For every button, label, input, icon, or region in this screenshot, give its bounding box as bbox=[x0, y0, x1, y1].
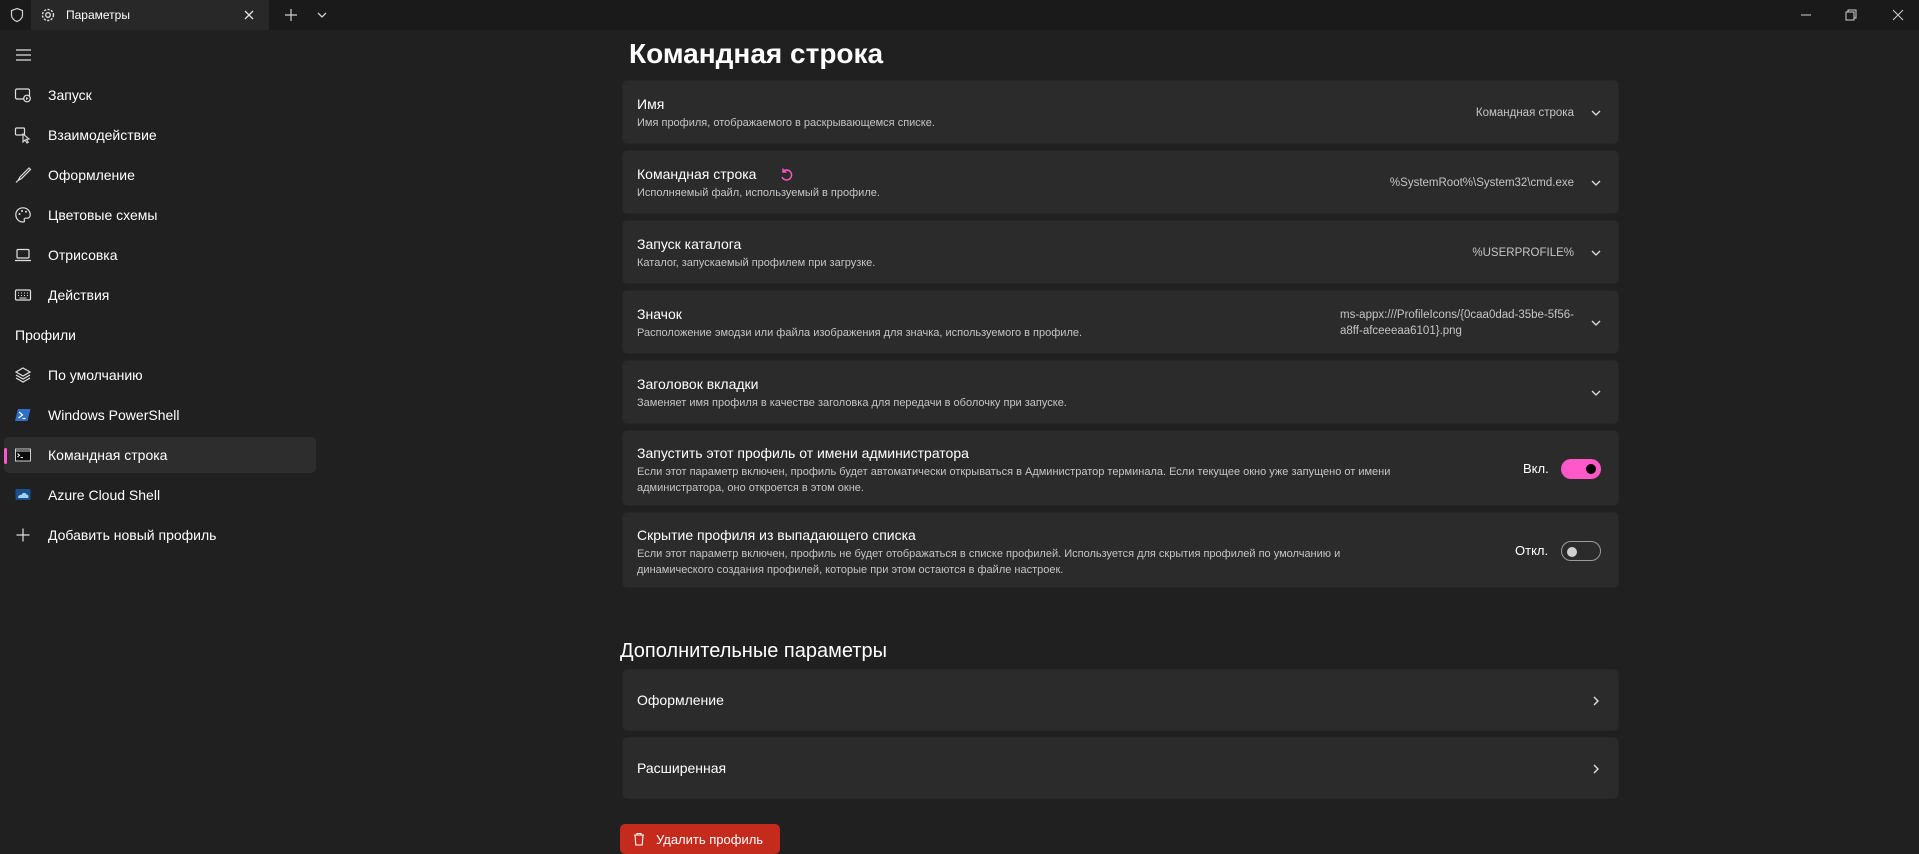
close-tab-icon[interactable] bbox=[240, 6, 258, 24]
setting-starting-directory[interactable]: Запуск каталога Каталог, запускаемый про… bbox=[622, 220, 1619, 284]
selection-indicator bbox=[4, 448, 7, 464]
setting-value: %USERPROFILE% bbox=[1472, 247, 1574, 259]
title-bar: Параметры bbox=[0, 0, 1919, 30]
hide-profile-toggle[interactable] bbox=[1561, 541, 1601, 561]
hamburger-menu-icon[interactable] bbox=[14, 47, 34, 63]
sidebar-item-command-prompt[interactable]: Командная строка bbox=[4, 437, 316, 473]
setting-title: Значок bbox=[637, 306, 682, 322]
sidebar-item-label: Действия bbox=[48, 287, 110, 303]
sidebar-item-label: Взаимодействие bbox=[48, 127, 157, 143]
setting-title: Скрытие профиля из выпадающего списка bbox=[637, 527, 916, 543]
setting-description: Если этот параметр включен, профиль буде… bbox=[637, 466, 1391, 494]
gear-icon bbox=[39, 6, 57, 24]
setting-description: Каталог, запускаемый профилем при загруз… bbox=[637, 257, 876, 269]
setting-tab-title[interactable]: Заголовок вкладки Заменяет имя профиля в… bbox=[622, 360, 1619, 424]
sidebar-item-launch[interactable]: Запуск bbox=[4, 77, 316, 113]
shield-icon bbox=[9, 7, 25, 23]
sidebar-item-add-profile[interactable]: Добавить новый профиль bbox=[4, 517, 316, 553]
sidebar-item-label: Отрисовка bbox=[48, 247, 118, 263]
setting-description: Заменяет имя профиля в качестве заголовк… bbox=[637, 397, 1067, 409]
cmd-icon bbox=[14, 446, 32, 464]
nav-appearance[interactable]: Оформление bbox=[622, 669, 1619, 731]
nav-label: Расширенная bbox=[637, 760, 727, 776]
toggle-state-label: Вкл. bbox=[1523, 461, 1549, 476]
palette-icon bbox=[14, 206, 32, 224]
toggle-knob bbox=[1586, 464, 1596, 474]
launch-icon bbox=[14, 86, 32, 104]
setting-description: Если этот параметр включен, профиль не б… bbox=[637, 548, 1341, 576]
brush-icon bbox=[14, 166, 32, 184]
sidebar-item-label: Добавить новый профиль bbox=[48, 527, 217, 543]
sidebar-item-actions[interactable]: Действия bbox=[4, 277, 316, 313]
chevron-down-icon[interactable] bbox=[1588, 385, 1604, 401]
reset-icon[interactable] bbox=[778, 167, 794, 183]
setting-title: Имя bbox=[637, 96, 665, 112]
sidebar-item-label: Командная строка bbox=[48, 447, 168, 463]
sidebar-item-label: Запуск bbox=[48, 87, 92, 103]
sidebar-item-rendering[interactable]: Отрисовка bbox=[4, 237, 316, 273]
chevron-down-icon[interactable] bbox=[1588, 175, 1604, 191]
restore-icon[interactable] bbox=[1842, 6, 1860, 24]
setting-description: Имя профиля, отображаемого в раскрывающе… bbox=[637, 117, 935, 129]
page-title: Командная строка bbox=[629, 38, 884, 69]
chevron-right-icon bbox=[1588, 693, 1604, 709]
setting-description: Исполняемый файл, используемый в профиле… bbox=[637, 187, 880, 199]
laptop-icon bbox=[14, 246, 32, 264]
trash-icon bbox=[632, 832, 646, 846]
layers-icon bbox=[14, 366, 32, 384]
nav-label: Оформление bbox=[637, 692, 724, 708]
setting-title: Заголовок вкладки bbox=[637, 376, 759, 392]
new-tab-icon[interactable] bbox=[282, 6, 300, 24]
toggle-state-label: Откл. bbox=[1515, 543, 1549, 558]
tab-title: Параметры bbox=[66, 8, 130, 22]
sidebar-item-label: Azure Cloud Shell bbox=[48, 487, 161, 503]
setting-name[interactable]: Имя Имя профиля, отображаемого в раскрыв… bbox=[622, 80, 1619, 144]
close-window-icon[interactable] bbox=[1889, 6, 1907, 24]
minimize-icon[interactable] bbox=[1797, 6, 1815, 24]
sidebar-item-defaults[interactable]: По умолчанию bbox=[4, 357, 316, 393]
setting-title: Запустить этот профиль от имени админист… bbox=[637, 445, 969, 461]
sidebar-item-label: Windows PowerShell bbox=[48, 407, 180, 423]
sidebar-item-color-schemes[interactable]: Цветовые схемы bbox=[4, 197, 316, 233]
azure-icon bbox=[14, 486, 32, 504]
chevron-right-icon bbox=[1588, 761, 1604, 777]
setting-hide-profile: Скрытие профиля из выпадающего списка Ес… bbox=[622, 512, 1619, 588]
setting-title: Командная строка bbox=[637, 166, 757, 182]
plus-icon bbox=[14, 526, 32, 544]
sidebar-item-powershell[interactable]: Windows PowerShell bbox=[4, 397, 316, 433]
sidebar-item-label: Оформление bbox=[48, 167, 135, 183]
additional-settings-title: Дополнительные параметры bbox=[620, 640, 887, 662]
keyboard-icon bbox=[14, 286, 32, 304]
chevron-down-icon[interactable] bbox=[314, 7, 330, 23]
sidebar-item-interaction[interactable]: Взаимодействие bbox=[4, 117, 316, 153]
setting-value: %SystemRoot%\System32\cmd.exe bbox=[1389, 177, 1574, 189]
setting-value: ms-appx:///ProfileIcons/{0caa0dad-35be-5… bbox=[1340, 309, 1574, 337]
setting-run-as-admin: Запустить этот профиль от имени админист… bbox=[622, 430, 1619, 506]
profiles-section-header: Профили bbox=[15, 327, 76, 343]
setting-value: Командная строка bbox=[1475, 107, 1574, 119]
chevron-down-icon[interactable] bbox=[1588, 315, 1604, 331]
chevron-down-icon[interactable] bbox=[1588, 105, 1604, 121]
sidebar-item-appearance[interactable]: Оформление bbox=[4, 157, 316, 193]
sidebar-item-label: По умолчанию bbox=[48, 367, 143, 383]
nav-advanced[interactable]: Расширенная bbox=[622, 737, 1619, 799]
powershell-icon bbox=[14, 406, 32, 424]
setting-icon[interactable]: Значок Расположение эмодзи или файла изо… bbox=[622, 290, 1619, 354]
setting-description: Расположение эмодзи или файла изображени… bbox=[637, 327, 1083, 339]
chevron-down-icon[interactable] bbox=[1588, 245, 1604, 261]
run-as-admin-toggle[interactable] bbox=[1561, 459, 1601, 479]
toggle-knob bbox=[1567, 547, 1577, 557]
setting-command-line[interactable]: Командная строка Исполняемый файл, испол… bbox=[622, 150, 1619, 214]
setting-title: Запуск каталога bbox=[637, 236, 742, 252]
sidebar-item-azure[interactable]: Azure Cloud Shell bbox=[4, 477, 316, 513]
delete-profile-button[interactable]: Удалить профиль bbox=[620, 824, 780, 854]
sidebar-item-label: Цветовые схемы bbox=[48, 207, 158, 223]
settings-tab[interactable]: Параметры bbox=[31, 0, 269, 30]
interaction-icon bbox=[14, 126, 32, 144]
